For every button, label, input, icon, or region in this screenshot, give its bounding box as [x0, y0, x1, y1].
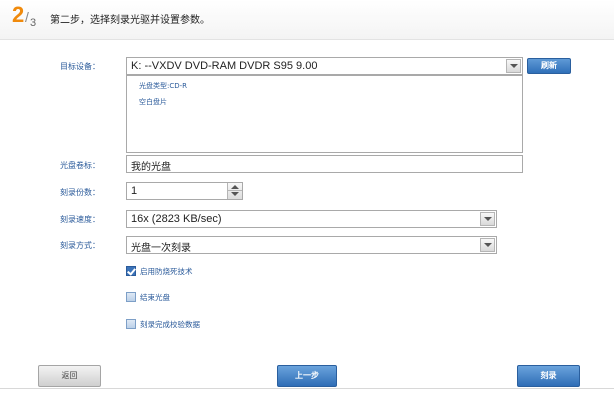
chevron-down-icon[interactable]	[506, 59, 521, 73]
device-select[interactable]: K: --VXDV DVD-RAM DVDR S95 9.00	[126, 57, 523, 75]
step-current: 2	[12, 2, 25, 27]
mode-value: 光盘一次刻录	[131, 243, 191, 254]
footer-divider	[0, 388, 614, 389]
option-label: 结束光盘	[140, 293, 170, 302]
option-label: 刻录完成校验数据	[140, 320, 200, 329]
device-value: K: --VXDV DVD-RAM DVDR S95 9.00	[131, 60, 318, 72]
volume-input[interactable]: 我的光盘	[126, 155, 523, 173]
wizard-header: 2 / 3 第二步，选择刻录光驱并设置参数。	[0, 0, 614, 40]
speed-label: 刻录速度：	[60, 215, 100, 224]
option-label: 启用防烧死技术	[140, 267, 193, 276]
copies-label: 刻录份数：	[60, 188, 100, 197]
copies-value: 1	[131, 185, 138, 197]
back-button[interactable]: 返回	[38, 365, 101, 387]
device-label: 目标设备：	[60, 62, 100, 71]
page-title: 第二步，选择刻录光驱并设置参数。	[50, 15, 210, 26]
chevron-down-icon[interactable]	[480, 212, 495, 226]
checkbox-icon[interactable]	[126, 319, 136, 329]
refresh-button[interactable]: 刷新	[527, 58, 571, 74]
disc-info-panel: 光盘类型:CD-R 空白盘片	[126, 75, 523, 153]
volume-value: 我的光盘	[131, 162, 171, 173]
disc-status: 空白盘片	[139, 98, 167, 106]
copies-stepper[interactable]: 1	[126, 182, 243, 200]
speed-value: 16x (2823 KB/sec)	[131, 213, 222, 225]
burn-button[interactable]: 刻录	[517, 365, 580, 387]
mode-label: 刻录方式：	[60, 241, 100, 250]
chevron-down-icon[interactable]	[480, 238, 495, 252]
speed-select[interactable]: 16x (2823 KB/sec)	[126, 210, 497, 228]
step-total: 3	[30, 17, 37, 29]
mode-select[interactable]: 光盘一次刻录	[126, 236, 497, 254]
step-separator: /	[25, 9, 29, 25]
disc-type: 光盘类型:CD-R	[139, 82, 188, 90]
checkbox-checked-icon[interactable]	[126, 266, 136, 276]
volume-label: 光盘卷标：	[60, 161, 100, 170]
spin-arrows-icon[interactable]	[227, 183, 242, 199]
checkbox-icon[interactable]	[126, 292, 136, 302]
previous-step-button[interactable]: 上一步	[277, 365, 337, 387]
